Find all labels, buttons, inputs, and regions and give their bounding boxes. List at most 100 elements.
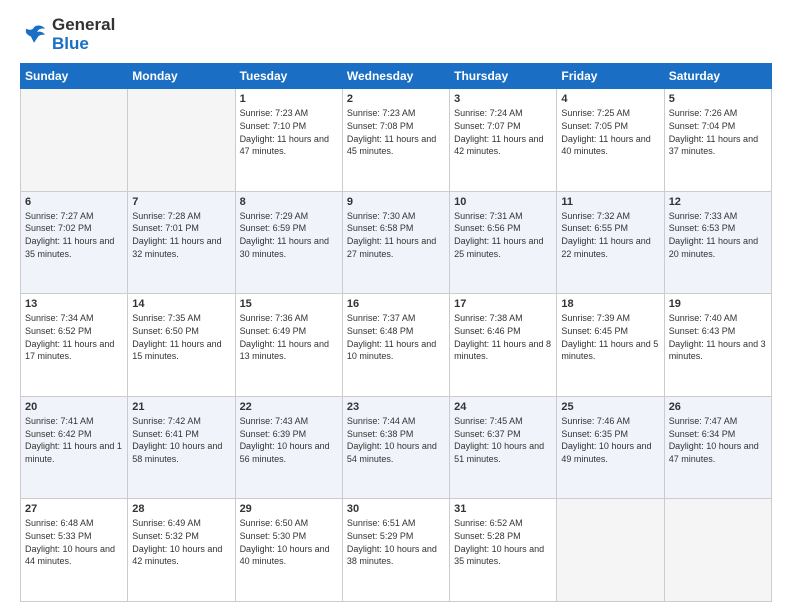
day-number: 2 [347, 93, 445, 105]
day-number: 9 [347, 196, 445, 208]
day-info: Sunrise: 6:51 AMSunset: 5:29 PMDaylight:… [347, 517, 445, 567]
calendar-cell: 31Sunrise: 6:52 AMSunset: 5:28 PMDayligh… [450, 499, 557, 602]
calendar-cell: 20 Sunrise: 7:41 AMSunset: 6:42 PMDayligh… [21, 396, 128, 499]
calendar-header-row: SundayMondayTuesdayWednesdayThursdayFrid… [21, 64, 772, 89]
day-info: Sunrise: 7:23 AMSunset: 7:08 PMDaylight:… [347, 107, 445, 157]
calendar-cell: 16Sunrise: 7:37 AMSunset: 6:48 PMDayligh… [342, 294, 449, 397]
day-info: Sunrise: 7:39 AMSunset: 6:45 PMDaylight:… [561, 312, 659, 362]
day-info: Sunrise: 7:30 AMSunset: 6:58 PMDaylight:… [347, 210, 445, 260]
day-number: 26 [669, 401, 767, 413]
day-info: Sunrise: 7:33 AMSunset: 6:53 PMDaylight:… [669, 210, 767, 260]
logo-text: General Blue [52, 16, 115, 53]
calendar-week-row: 13 Sunrise: 7:34 AMSunset: 6:52 PMDayligh… [21, 294, 772, 397]
day-info: Sunrise: 7:42 AMSunset: 6:41 PMDaylight:… [132, 415, 230, 465]
calendar-week-row: 20 Sunrise: 7:41 AMSunset: 6:42 PMDayligh… [21, 396, 772, 499]
calendar-cell: 23 Sunrise: 7:44 AMSunset: 6:38 PMDayligh… [342, 396, 449, 499]
calendar-cell: 27 Sunrise: 6:48 AMSunset: 5:33 PMDayligh… [21, 499, 128, 602]
day-number: 28 [132, 503, 230, 515]
day-info: Sunrise: 7:41 AMSunset: 6:42 PMDaylight:… [25, 415, 123, 465]
day-info: Sunrise: 7:32 AMSunset: 6:55 PMDaylight:… [561, 210, 659, 260]
day-info: Sunrise: 6:48 AMSunset: 5:33 PMDaylight:… [25, 517, 123, 567]
day-info: Sunrise: 7:35 AMSunset: 6:50 PMDaylight:… [132, 312, 230, 362]
day-number: 23 [347, 401, 445, 413]
day-number: 24 [454, 401, 552, 413]
day-info: Sunrise: 7:44 AMSunset: 6:38 PMDaylight:… [347, 415, 445, 465]
calendar-cell: 17 Sunrise: 7:38 AMSunset: 6:46 PMDayligh… [450, 294, 557, 397]
day-number: 18 [561, 298, 659, 310]
calendar-cell: 26 Sunrise: 7:47 AMSunset: 6:34 PMDayligh… [664, 396, 771, 499]
calendar-cell: 10 Sunrise: 7:31 AMSunset: 6:56 PMDayligh… [450, 191, 557, 294]
day-number: 25 [561, 401, 659, 413]
logo-bird-icon [20, 21, 48, 49]
calendar-cell: 8 Sunrise: 7:29 AMSunset: 6:59 PMDaylight… [235, 191, 342, 294]
calendar-week-row: 27 Sunrise: 6:48 AMSunset: 5:33 PMDayligh… [21, 499, 772, 602]
calendar-cell: 2 Sunrise: 7:23 AMSunset: 7:08 PMDaylight… [342, 89, 449, 192]
day-header-saturday: Saturday [664, 64, 771, 89]
day-info: Sunrise: 6:50 AMSunset: 5:30 PMDaylight:… [240, 517, 338, 567]
day-info: Sunrise: 7:47 AMSunset: 6:34 PMDaylight:… [669, 415, 767, 465]
day-info: Sunrise: 6:52 AMSunset: 5:28 PMDaylight:… [454, 517, 552, 567]
day-number: 27 [25, 503, 123, 515]
calendar-cell: 3Sunrise: 7:24 AMSunset: 7:07 PMDaylight… [450, 89, 557, 192]
day-info: Sunrise: 7:27 AMSunset: 7:02 PMDaylight:… [25, 210, 123, 260]
day-number: 29 [240, 503, 338, 515]
day-number: 22 [240, 401, 338, 413]
day-info: Sunrise: 7:38 AMSunset: 6:46 PMDaylight:… [454, 312, 552, 362]
day-header-sunday: Sunday [21, 64, 128, 89]
page: General Blue SundayMondayTuesdayWednesda… [0, 0, 792, 612]
day-header-tuesday: Tuesday [235, 64, 342, 89]
day-number: 21 [132, 401, 230, 413]
day-info: Sunrise: 6:49 AMSunset: 5:32 PMDaylight:… [132, 517, 230, 567]
calendar-cell: 4Sunrise: 7:25 AMSunset: 7:05 PMDaylight… [557, 89, 664, 192]
calendar-cell [664, 499, 771, 602]
calendar-week-row: 6 Sunrise: 7:27 AMSunset: 7:02 PMDaylight… [21, 191, 772, 294]
day-number: 8 [240, 196, 338, 208]
calendar-cell: 11 Sunrise: 7:32 AMSunset: 6:55 PMDayligh… [557, 191, 664, 294]
day-number: 5 [669, 93, 767, 105]
day-info: Sunrise: 7:29 AMSunset: 6:59 PMDaylight:… [240, 210, 338, 260]
day-info: Sunrise: 7:45 AMSunset: 6:37 PMDaylight:… [454, 415, 552, 465]
calendar-cell: 28 Sunrise: 6:49 AMSunset: 5:32 PMDayligh… [128, 499, 235, 602]
day-header-wednesday: Wednesday [342, 64, 449, 89]
calendar-table: SundayMondayTuesdayWednesdayThursdayFrid… [20, 63, 772, 602]
day-header-friday: Friday [557, 64, 664, 89]
calendar-cell: 30Sunrise: 6:51 AMSunset: 5:29 PMDayligh… [342, 499, 449, 602]
calendar-cell: 18 Sunrise: 7:39 AMSunset: 6:45 PMDayligh… [557, 294, 664, 397]
day-info: Sunrise: 7:31 AMSunset: 6:56 PMDaylight:… [454, 210, 552, 260]
calendar-cell: 25 Sunrise: 7:46 AMSunset: 6:35 PMDayligh… [557, 396, 664, 499]
day-info: Sunrise: 7:23 AMSunset: 7:10 PMDaylight:… [240, 107, 338, 157]
day-number: 11 [561, 196, 659, 208]
day-number: 6 [25, 196, 123, 208]
day-number: 4 [561, 93, 659, 105]
header: General Blue [20, 16, 772, 53]
day-number: 14 [132, 298, 230, 310]
calendar-cell: 12Sunrise: 7:33 AMSunset: 6:53 PMDayligh… [664, 191, 771, 294]
calendar-cell: 15Sunrise: 7:36 AMSunset: 6:49 PMDayligh… [235, 294, 342, 397]
day-number: 10 [454, 196, 552, 208]
day-info: Sunrise: 7:43 AMSunset: 6:39 PMDaylight:… [240, 415, 338, 465]
logo: General Blue [20, 16, 115, 53]
day-info: Sunrise: 7:34 AMSunset: 6:52 PMDaylight:… [25, 312, 123, 362]
day-header-thursday: Thursday [450, 64, 557, 89]
calendar-cell: 1 Sunrise: 7:23 AMSunset: 7:10 PMDaylight… [235, 89, 342, 192]
day-info: Sunrise: 7:46 AMSunset: 6:35 PMDaylight:… [561, 415, 659, 465]
day-info: Sunrise: 7:26 AMSunset: 7:04 PMDaylight:… [669, 107, 767, 157]
day-info: Sunrise: 7:36 AMSunset: 6:49 PMDaylight:… [240, 312, 338, 362]
calendar-cell: 19Sunrise: 7:40 AMSunset: 6:43 PMDayligh… [664, 294, 771, 397]
day-info: Sunrise: 7:28 AMSunset: 7:01 PMDaylight:… [132, 210, 230, 260]
day-number: 1 [240, 93, 338, 105]
calendar-cell: 6 Sunrise: 7:27 AMSunset: 7:02 PMDaylight… [21, 191, 128, 294]
day-info: Sunrise: 7:37 AMSunset: 6:48 PMDaylight:… [347, 312, 445, 362]
day-number: 20 [25, 401, 123, 413]
calendar-cell: 7 Sunrise: 7:28 AMSunset: 7:01 PMDaylight… [128, 191, 235, 294]
calendar-cell: 29 Sunrise: 6:50 AMSunset: 5:30 PMDayligh… [235, 499, 342, 602]
day-number: 13 [25, 298, 123, 310]
day-number: 17 [454, 298, 552, 310]
calendar-cell: 9 Sunrise: 7:30 AMSunset: 6:58 PMDaylight… [342, 191, 449, 294]
calendar-cell: 13 Sunrise: 7:34 AMSunset: 6:52 PMDayligh… [21, 294, 128, 397]
calendar-cell [557, 499, 664, 602]
calendar-cell: 24 Sunrise: 7:45 AMSunset: 6:37 PMDayligh… [450, 396, 557, 499]
day-number: 19 [669, 298, 767, 310]
calendar-cell: 14 Sunrise: 7:35 AMSunset: 6:50 PMDayligh… [128, 294, 235, 397]
day-number: 7 [132, 196, 230, 208]
